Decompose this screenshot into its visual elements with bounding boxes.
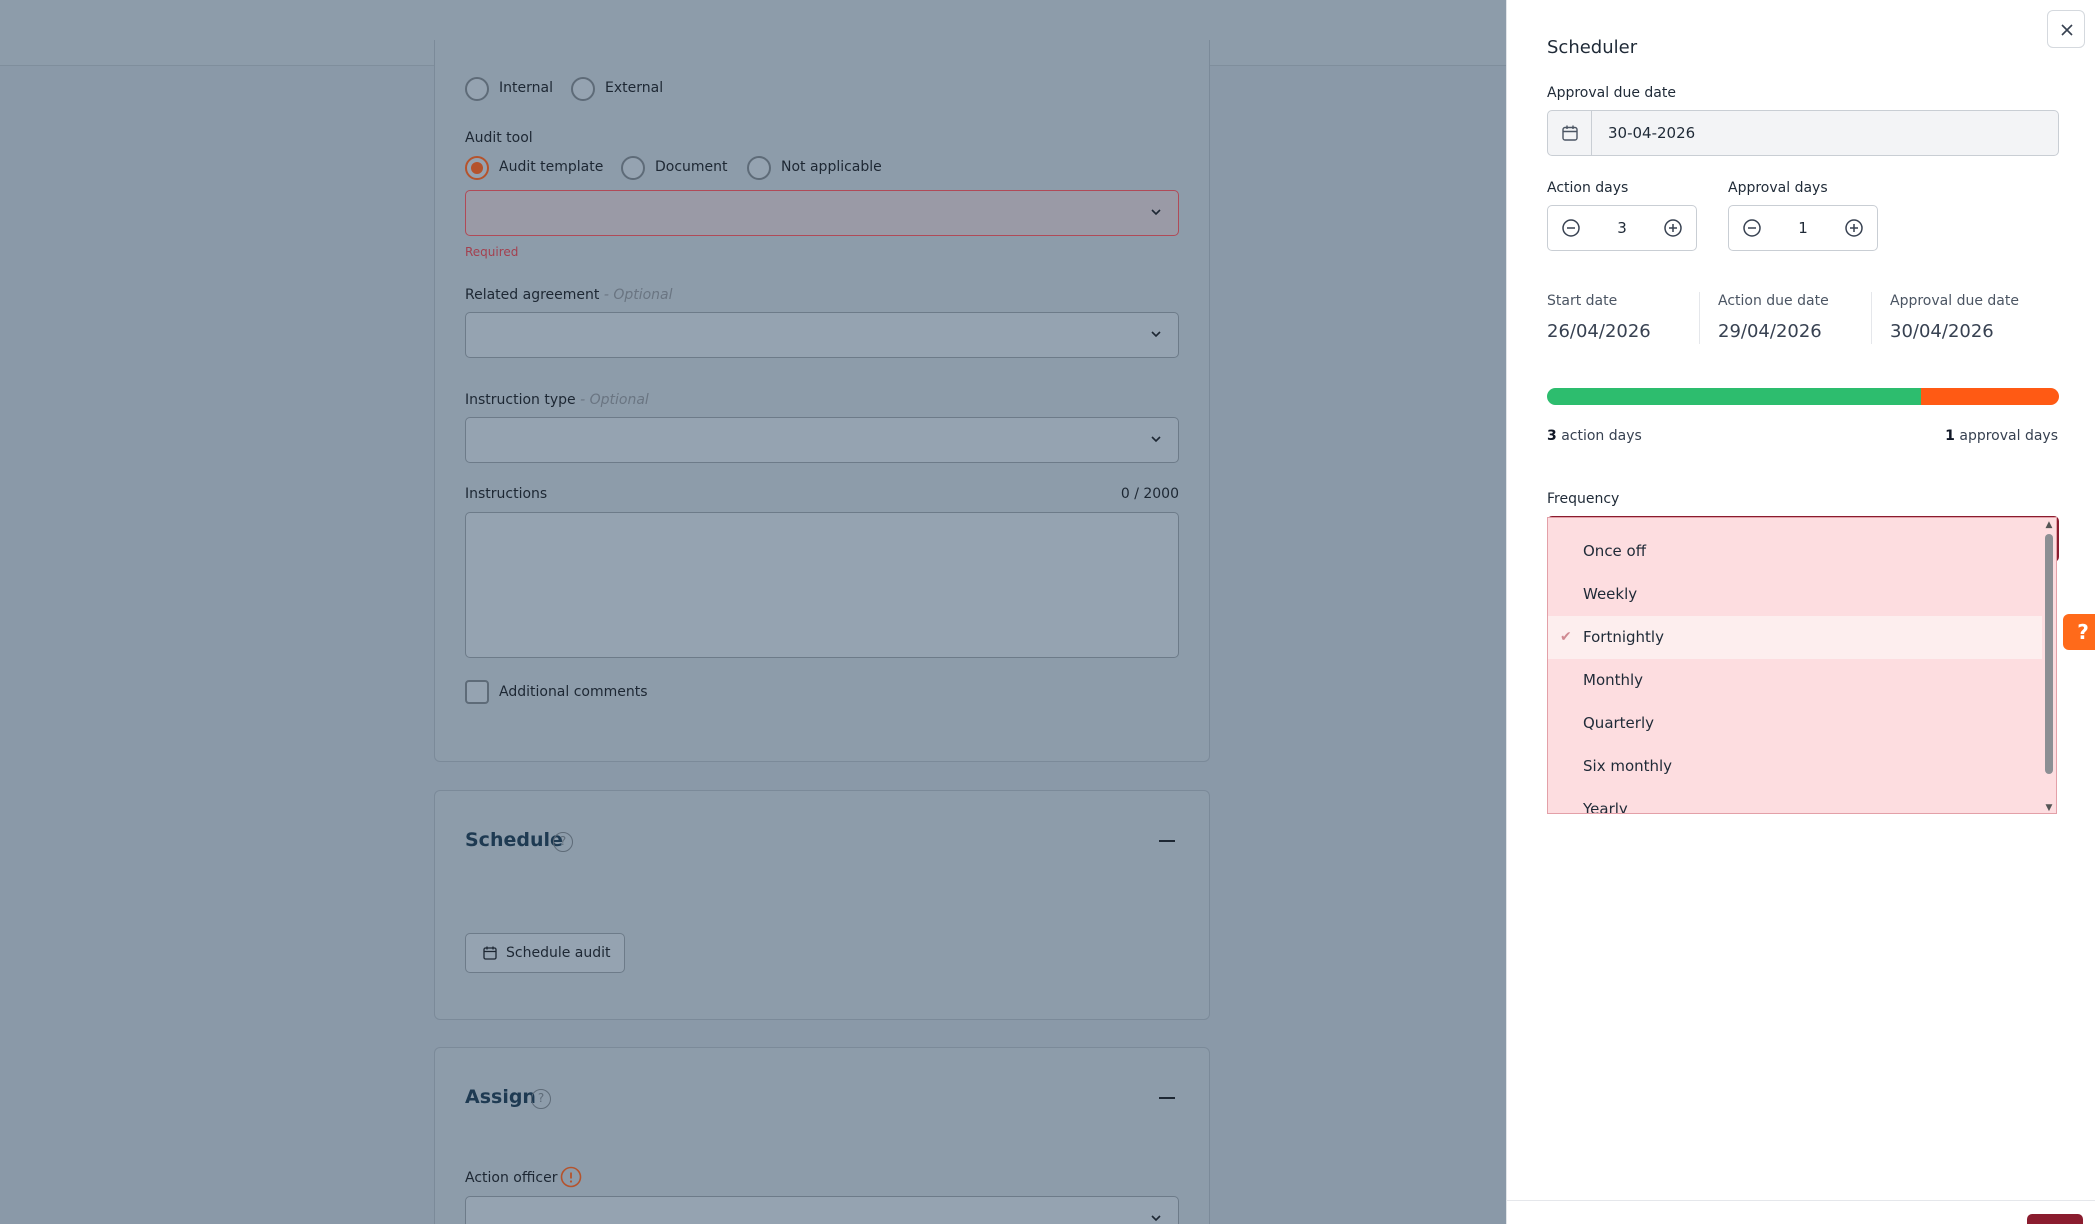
plus-circle-icon[interactable]	[1662, 217, 1684, 239]
scroll-down-icon[interactable]: ▼	[2045, 803, 2053, 813]
frequency-option-selected[interactable]: ✔ Fortnightly	[1548, 616, 2044, 659]
frequency-option[interactable]: Monthly	[1548, 659, 2044, 702]
radio-audit-template-label: Audit template	[499, 159, 604, 175]
additional-comments-checkbox[interactable]	[465, 680, 489, 704]
chevron-down-icon	[1151, 1215, 1161, 1222]
dropdown-scrollbar[interactable]: ▲ ▼	[2042, 518, 2056, 813]
frequency-dropdown-list[interactable]: Once off Weekly ✔ Fortnightly Monthly Qu…	[1547, 517, 2057, 814]
schedule-timeline-bar	[1547, 388, 2059, 405]
approval-due-date-summary-label: Approval due date	[1890, 293, 2019, 309]
instructions-textarea[interactable]	[465, 512, 1179, 658]
scheduler-panel: Scheduler Approval due date 30-04-2026 A…	[1506, 0, 2095, 1224]
calendar-icon	[1562, 125, 1578, 141]
audit-details-card: Internal External Audit tool Audit templ…	[434, 40, 1210, 762]
optional-tag: - Optional	[580, 392, 649, 408]
scrollbar-thumb[interactable]	[2045, 534, 2053, 774]
divider	[1699, 292, 1700, 344]
approval-due-date-input[interactable]: 30-04-2026	[1547, 110, 2059, 156]
schedule-card: Schedule ? Schedule audit	[434, 790, 1210, 1020]
instructions-label: Instructions	[465, 486, 548, 502]
approval-days-label: Approval days	[1728, 180, 1828, 196]
action-due-date-summary: Action due date 29/04/2026	[1718, 293, 1829, 342]
related-agreement-label: Related agreement - Optional	[465, 287, 673, 303]
frequency-option[interactable]: Six monthly	[1548, 745, 2044, 788]
frequency-option[interactable]: Weekly	[1548, 573, 2044, 616]
assign-title: Assign	[465, 1086, 536, 1108]
radio-document-label: Document	[655, 159, 728, 175]
related-agreement-select[interactable]	[465, 312, 1179, 358]
optional-tag: - Optional	[603, 287, 673, 303]
radio-not-applicable-label: Not applicable	[781, 159, 882, 175]
approval-days-caption: 1 approval days	[1945, 428, 2058, 444]
action-due-date-value: 29/04/2026	[1718, 321, 1822, 342]
approval-due-date-summary-value: 30/04/2026	[1890, 321, 1994, 342]
chevron-down-icon	[1151, 209, 1161, 216]
calendar-icon	[483, 946, 497, 960]
radio-not-applicable[interactable]	[747, 156, 771, 180]
action-days-label: Action days	[1547, 180, 1629, 196]
help-tab[interactable]: ?	[2063, 614, 2095, 650]
action-officer-label: Action officer	[465, 1170, 558, 1186]
info-icon	[560, 1166, 582, 1188]
radio-internal-label: Internal	[499, 80, 553, 96]
schedule-audit-label: Schedule audit	[506, 945, 611, 961]
help-icon[interactable]: ?	[531, 1089, 551, 1109]
action-days-stepper[interactable]: 3	[1547, 205, 1697, 251]
chevron-down-icon	[1151, 436, 1161, 443]
schedule-audit-button[interactable]: Schedule audit	[465, 933, 625, 973]
collapse-icon[interactable]	[1159, 840, 1175, 842]
radio-external-label: External	[605, 80, 664, 96]
scroll-up-icon[interactable]: ▲	[2045, 520, 2053, 530]
approval-due-date-label: Approval due date	[1547, 85, 1676, 101]
divider	[1871, 292, 1872, 344]
start-date-label: Start date	[1547, 293, 1618, 309]
footer-primary-button[interactable]	[2027, 1214, 2083, 1224]
help-icon[interactable]: ?	[553, 832, 573, 852]
action-due-date-label: Action due date	[1718, 293, 1829, 309]
approval-days-stepper[interactable]: 1	[1728, 205, 1878, 251]
radio-internal[interactable]	[465, 77, 489, 101]
radio-audit-template[interactable]	[465, 156, 489, 180]
plus-circle-icon[interactable]	[1843, 217, 1865, 239]
audit-template-select[interactable]	[465, 190, 1179, 236]
collapse-icon[interactable]	[1159, 1097, 1175, 1099]
start-date-summary: Start date 26/04/2026	[1547, 293, 1651, 342]
frequency-option[interactable]: Once off	[1548, 530, 2044, 573]
radio-document[interactable]	[621, 156, 645, 180]
action-days-caption: 3 action days	[1547, 428, 1642, 444]
schedule-title: Schedule	[465, 829, 563, 851]
close-button[interactable]	[2047, 10, 2085, 48]
additional-comments-label: Additional comments	[499, 684, 648, 700]
audit-tool-label: Audit tool	[465, 130, 533, 146]
instructions-counter: 0 / 2000	[1120, 486, 1179, 502]
frequency-option[interactable]: Quarterly	[1548, 702, 2044, 745]
instruction-type-select[interactable]	[465, 417, 1179, 463]
frequency-label: Frequency	[1547, 491, 1620, 507]
close-icon	[2061, 24, 2073, 36]
action-officer-select[interactable]	[465, 1196, 1179, 1224]
date-picker-button[interactable]	[1548, 111, 1592, 155]
assign-card: Assign ? Action officer	[434, 1047, 1210, 1224]
approval-days-segment	[1920, 388, 2059, 405]
instruction-type-label: Instruction type - Optional	[465, 392, 649, 408]
chevron-down-icon	[1151, 331, 1161, 338]
frequency-option[interactable]: Yearly	[1548, 788, 2044, 813]
start-date-value: 26/04/2026	[1547, 321, 1651, 342]
approval-due-date-summary: Approval due date 30/04/2026	[1890, 293, 2019, 342]
footer-divider	[1507, 1200, 2095, 1201]
radio-external[interactable]	[571, 77, 595, 101]
action-days-segment	[1547, 388, 1921, 405]
approval-due-date-value: 30-04-2026	[1608, 124, 1696, 142]
required-error: Required	[465, 245, 519, 259]
panel-title: Scheduler	[1547, 37, 1638, 58]
check-icon: ✔	[1560, 629, 1572, 645]
